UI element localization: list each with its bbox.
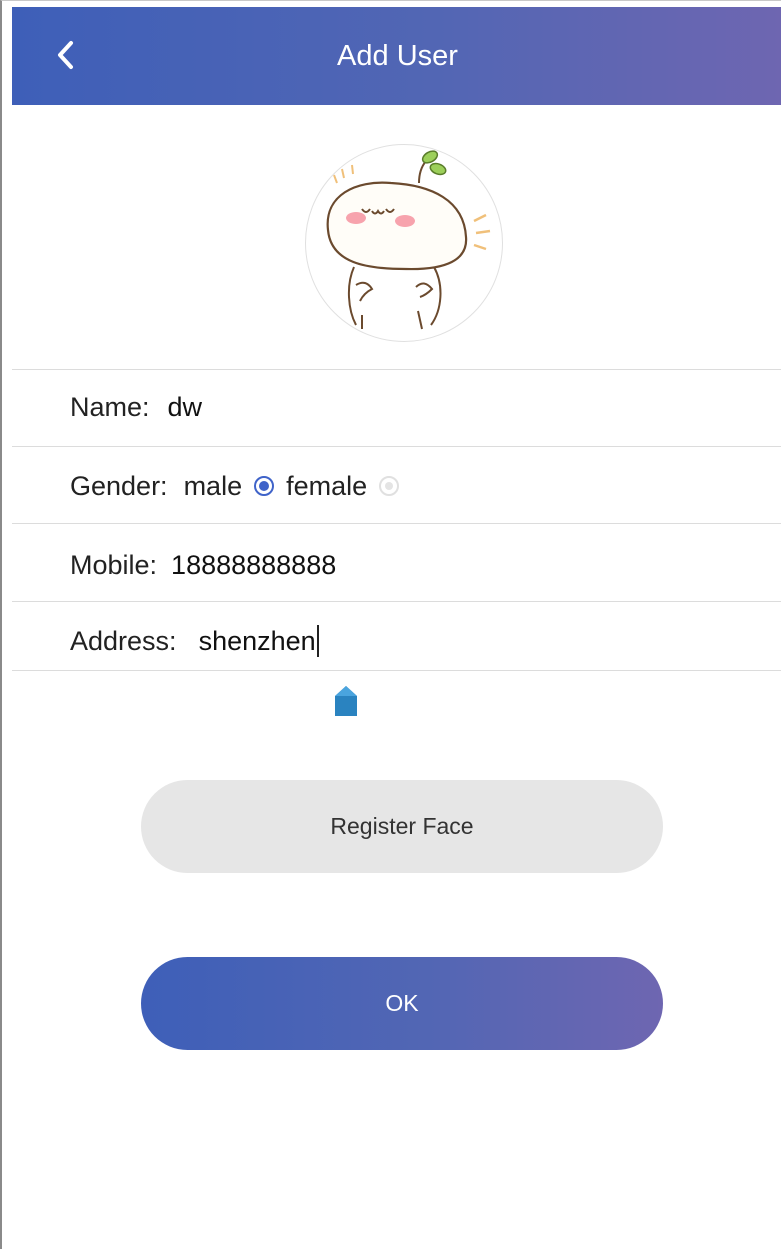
mobile-row: Mobile: 18888888888 <box>70 545 781 585</box>
divider <box>12 369 781 370</box>
gender-male-radio[interactable] <box>254 476 275 496</box>
text-selection-handle[interactable] <box>333 684 359 718</box>
gender-option-female-label[interactable]: female <box>286 471 367 502</box>
address-field[interactable]: shenzhen <box>199 626 316 657</box>
gender-label: Gender: <box>70 470 168 501</box>
register-face-button[interactable]: Register Face <box>141 780 663 873</box>
address-label: Address: <box>70 625 177 656</box>
divider <box>12 601 781 602</box>
name-label: Name: <box>70 391 150 422</box>
cartoon-avatar-icon <box>326 150 491 330</box>
mobile-field[interactable]: 18888888888 <box>171 550 336 581</box>
name-field[interactable]: dw <box>168 392 203 423</box>
gender-option-male-label[interactable]: male <box>184 471 243 502</box>
app-bar: Add User <box>12 7 781 105</box>
divider <box>12 446 781 447</box>
page-title: Add User <box>337 40 458 72</box>
avatar[interactable] <box>305 144 503 342</box>
text-cursor <box>316 625 319 657</box>
address-row: Address: shenzhen <box>70 621 781 661</box>
gender-female-radio[interactable] <box>379 476 400 496</box>
divider <box>12 523 781 524</box>
name-row: Name: dw <box>70 387 781 427</box>
gender-row: Gender: male female <box>70 466 781 506</box>
divider <box>12 670 781 671</box>
ok-button[interactable]: OK <box>141 957 663 1050</box>
add-user-screen: Add User Name: dw Gender: male female Mo… <box>0 0 781 1249</box>
mobile-label: Mobile: <box>70 549 158 580</box>
cursor-handle-icon <box>335 686 357 716</box>
